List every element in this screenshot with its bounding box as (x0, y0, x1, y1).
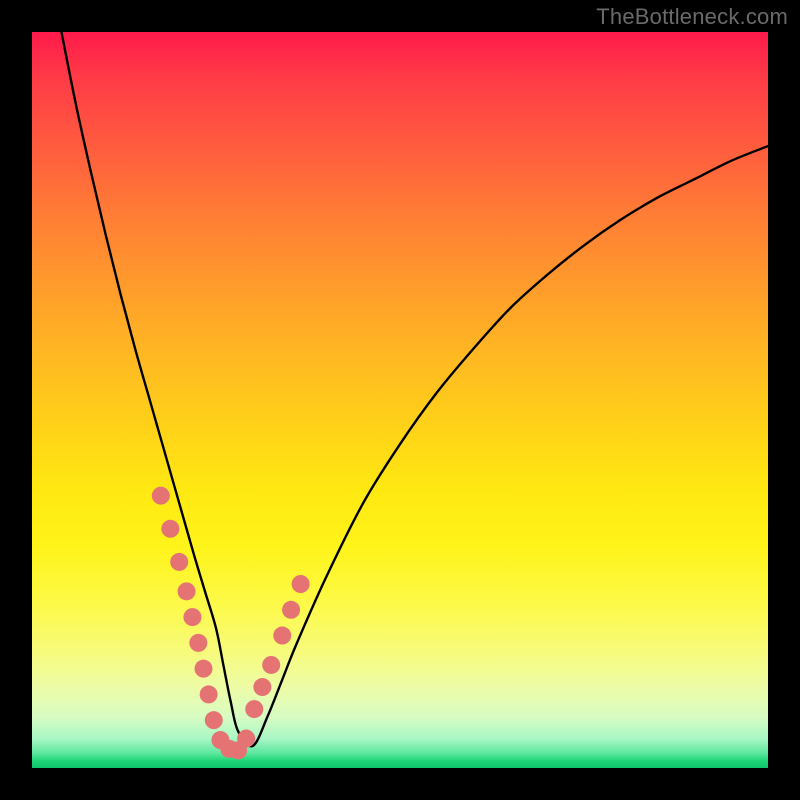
chart-marker (237, 730, 255, 748)
chart-marker (189, 634, 207, 652)
chart-marker (194, 660, 212, 678)
chart-marker (292, 575, 310, 593)
chart-frame (32, 32, 768, 768)
chart-plot (32, 32, 768, 768)
chart-marker (282, 601, 300, 619)
watermark-text: TheBottleneck.com (596, 4, 788, 30)
chart-marker (161, 520, 179, 538)
chart-marker (170, 553, 188, 571)
chart-curve (61, 32, 768, 746)
chart-marker (273, 627, 291, 645)
chart-marker (183, 608, 201, 626)
chart-marker (200, 685, 218, 703)
chart-marker (253, 678, 271, 696)
chart-marker (245, 700, 263, 718)
chart-marker (178, 582, 196, 600)
chart-marker (262, 656, 280, 674)
chart-marker (205, 711, 223, 729)
chart-marker (152, 487, 170, 505)
chart-markers (152, 487, 310, 760)
